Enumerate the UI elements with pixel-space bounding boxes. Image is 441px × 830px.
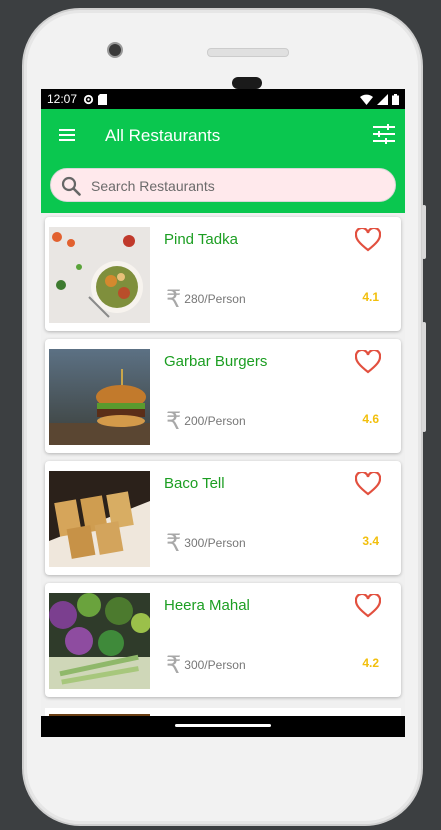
- restaurant-name: Pind Tadka: [164, 231, 238, 248]
- restaurant-name: Heera Mahal: [164, 597, 250, 614]
- signal-icon: [377, 93, 388, 105]
- battery-icon: [392, 93, 399, 105]
- favorite-heart-icon[interactable]: [355, 350, 381, 374]
- settings-gear-icon: [83, 94, 94, 104]
- navigation-bar: [41, 716, 405, 737]
- front-camera: [107, 42, 123, 58]
- volume-button: [422, 205, 426, 259]
- restaurant-rating: 4.2: [362, 656, 379, 670]
- search-icon: [61, 176, 81, 196]
- favorite-heart-icon[interactable]: [355, 228, 381, 252]
- page-title: All Restaurants: [105, 126, 221, 145]
- search-bar-container: Search Restaurants: [41, 161, 405, 213]
- rupee-icon: ₹: [166, 529, 182, 557]
- filter-sliders-icon[interactable]: [373, 123, 395, 145]
- search-placeholder: Search Restaurants: [91, 178, 215, 194]
- restaurant-card[interactable]: Heera Mahal ₹ 300/Person 4.2: [45, 583, 401, 697]
- restaurant-image: [49, 349, 150, 445]
- rupee-icon: ₹: [166, 285, 182, 313]
- rupee-icon: ₹: [166, 407, 182, 435]
- status-time: 12:07: [47, 92, 78, 106]
- wifi-icon: [360, 94, 373, 105]
- rupee-icon: ₹: [166, 651, 182, 679]
- app-screen: 12:07 All Restaurants Search Restaurants…: [41, 89, 405, 737]
- favorite-heart-icon[interactable]: [355, 472, 381, 496]
- restaurant-rating: 4.6: [362, 412, 379, 426]
- app-bar: All Restaurants: [41, 109, 405, 161]
- speaker-grille: [207, 48, 289, 57]
- restaurant-price: 300/Person: [184, 536, 246, 550]
- restaurant-image: [49, 471, 150, 567]
- restaurant-price: 200/Person: [184, 414, 246, 428]
- status-bar: 12:07: [41, 89, 405, 109]
- earpiece: [232, 77, 262, 89]
- restaurant-price: 280/Person: [184, 292, 246, 306]
- restaurant-name: Garbar Burgers: [164, 353, 268, 370]
- restaurant-name: Baco Tell: [164, 475, 225, 492]
- restaurant-rating: 4.1: [362, 290, 379, 304]
- home-gesture-bar[interactable]: [175, 724, 271, 727]
- restaurant-price: 300/Person: [184, 658, 246, 672]
- restaurant-rating: 3.4: [362, 534, 379, 548]
- restaurant-card[interactable]: Pind Tadka ₹ 280/Person 4.1: [45, 217, 401, 331]
- search-input[interactable]: Search Restaurants: [50, 168, 396, 202]
- restaurant-image: [49, 227, 150, 323]
- restaurant-card[interactable]: Baco Tell ₹ 300/Person 3.4: [45, 461, 401, 575]
- favorite-heart-icon[interactable]: [355, 594, 381, 618]
- restaurant-card[interactable]: Garbar Burgers ₹ 200/Person 4.6: [45, 339, 401, 453]
- sd-card-icon: [98, 93, 108, 105]
- power-button: [422, 322, 426, 432]
- hamburger-menu-icon[interactable]: [59, 129, 75, 141]
- restaurant-image: [49, 593, 150, 689]
